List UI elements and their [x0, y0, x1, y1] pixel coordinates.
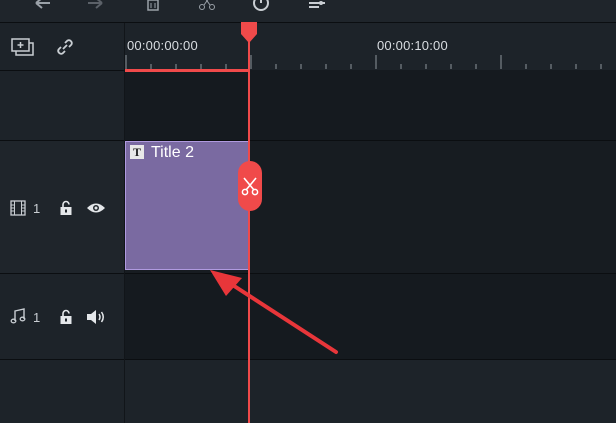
lock-icon[interactable]: [59, 200, 73, 216]
add-track-icon[interactable]: [11, 37, 35, 57]
toolbar: [0, 0, 616, 23]
playhead-handle[interactable]: [240, 22, 258, 44]
ruler-ticks: [125, 55, 602, 69]
clip-title: Title 2: [151, 144, 194, 161]
eye-icon[interactable]: [86, 201, 106, 215]
link-icon[interactable]: [55, 37, 75, 57]
video-track-header: 1: [0, 141, 124, 273]
redo-icon[interactable]: [84, 0, 106, 12]
playhead-line[interactable]: [248, 28, 250, 423]
track-header-column: 1 1: [0, 23, 125, 423]
video-track-number: 1: [33, 201, 41, 216]
divider: [0, 70, 124, 71]
divider: [0, 359, 124, 360]
playhead-range: [125, 69, 249, 72]
timer-icon[interactable]: [250, 0, 272, 12]
audio-track-number: 1: [33, 310, 41, 325]
audio-track-header: 1: [0, 274, 124, 359]
split-icon[interactable]: [196, 0, 218, 12]
annotation-arrow: [200, 260, 350, 360]
empty-track-row[interactable]: [125, 360, 616, 423]
title-type-icon: T: [130, 145, 144, 159]
scissors-icon: [241, 176, 259, 196]
adjust-icon[interactable]: [306, 0, 328, 12]
music-note-icon: [10, 308, 26, 324]
speaker-icon[interactable]: [86, 309, 106, 325]
lock-icon[interactable]: [59, 309, 73, 325]
title-clip[interactable]: T Title 2: [125, 141, 249, 270]
audio-track-row[interactable]: [125, 274, 616, 359]
delete-icon[interactable]: [142, 0, 164, 12]
undo-icon[interactable]: [32, 0, 54, 12]
film-icon: [10, 200, 26, 216]
timeline-ruler[interactable]: 00:00:00:00 00:00:10:00: [125, 23, 616, 70]
empty-track-row[interactable]: [125, 70, 616, 140]
split-clip-button[interactable]: [238, 161, 262, 211]
